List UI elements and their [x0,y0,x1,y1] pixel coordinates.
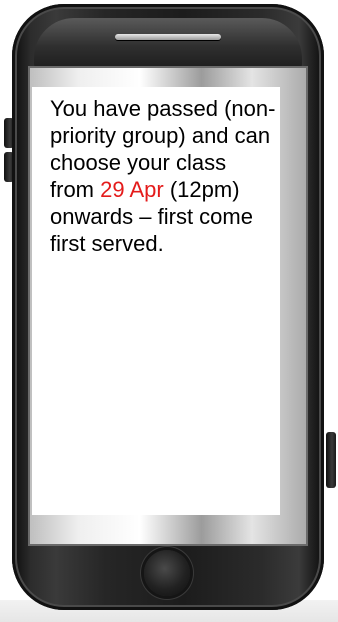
side-power-button [326,432,336,488]
phone-top-cap [34,18,302,70]
phone-screen: You have passed (non-priority group) and… [32,87,280,515]
notification-message: You have passed (non-priority group) and… [50,95,276,257]
highlighted-date: 29 Apr [100,177,164,202]
speaker-grille-icon [115,34,221,40]
home-button-icon [144,550,190,596]
